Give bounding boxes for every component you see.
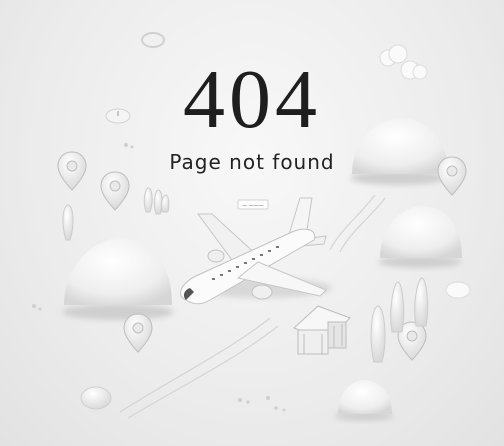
- error-message: Page not found: [169, 150, 335, 174]
- hill-left: [62, 238, 174, 320]
- plane-tag: — ———: [237, 199, 269, 210]
- not-found-page: — ——— 404 Page not found: [0, 0, 504, 446]
- ring-decoration: [141, 32, 165, 48]
- disk-decoration: [80, 386, 112, 410]
- airplane-icon: [180, 197, 332, 305]
- hill-mid-right: [378, 206, 462, 268]
- error-code: 404: [183, 53, 321, 146]
- location-pin-icon: [123, 313, 153, 353]
- plane-tag-text: — ———: [242, 203, 264, 209]
- house-icon: [293, 305, 351, 355]
- location-pin-icon: [100, 171, 130, 211]
- road-path: [119, 194, 386, 419]
- cloud-small-icon: [445, 281, 471, 299]
- hill-bottom: [334, 380, 394, 421]
